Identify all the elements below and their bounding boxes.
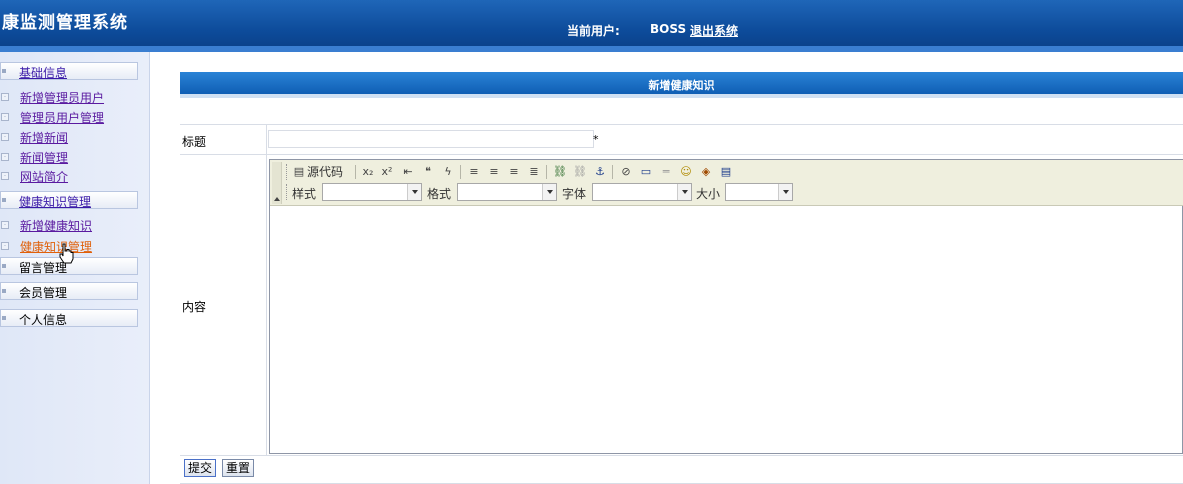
image-icon[interactable]: ⊘ bbox=[618, 164, 634, 180]
anchor-icon[interactable]: ⚓ bbox=[592, 164, 608, 180]
table-icon[interactable]: ▭ bbox=[638, 164, 654, 180]
justify-icon[interactable]: ≣ bbox=[526, 164, 542, 180]
page-break-icon[interactable]: ▤ bbox=[718, 164, 734, 180]
font-select[interactable] bbox=[592, 183, 692, 201]
doc-icon: · bbox=[1, 153, 9, 161]
source-button[interactable]: 源代码 bbox=[307, 164, 343, 180]
sidebar-item-label[interactable]: 健康知识管理 bbox=[20, 238, 92, 255]
sidebar-group-personal-info[interactable]: 个人信息 bbox=[0, 309, 138, 327]
sidebar-group-label[interactable]: 会员管理 bbox=[19, 284, 67, 301]
editor-toolbar: ▤ 源代码 x₂ x² ⇤ ❝ ϟ ≡ ≡ ≡ ≣ ⛓ ⛓ ⚓ ⊘ ▭ ═ ☺ … bbox=[270, 160, 1183, 206]
submit-button[interactable]: 提交 bbox=[184, 459, 217, 477]
page-title: 新增健康知识 bbox=[648, 79, 715, 92]
sidebar-item-label[interactable]: 新闻管理 bbox=[20, 149, 68, 166]
banner-shadow bbox=[180, 94, 1183, 98]
title-input[interactable] bbox=[268, 130, 594, 148]
unlink-icon[interactable]: ⛓ bbox=[572, 164, 588, 180]
required-mark: * bbox=[593, 133, 599, 146]
font-label: 字体 bbox=[562, 187, 587, 201]
blockquote-icon[interactable]: ❝ bbox=[420, 164, 436, 180]
bullet-icon bbox=[2, 69, 6, 73]
sidebar-group-members[interactable]: 会员管理 bbox=[0, 282, 138, 300]
sidebar-group-label[interactable]: 个人信息 bbox=[19, 311, 67, 328]
current-user-label: 当前用户: bbox=[567, 24, 620, 38]
sidebar-item-label[interactable]: 新增健康知识 bbox=[20, 217, 92, 234]
sidebar-item-label[interactable]: 管理员用户管理 bbox=[20, 109, 104, 126]
sidebar-item-label[interactable]: 新增管理员用户 bbox=[20, 89, 104, 106]
content-label: 内容 bbox=[182, 300, 207, 314]
bullet-icon bbox=[2, 264, 6, 268]
bullet-icon bbox=[2, 316, 6, 320]
toolbar-separator bbox=[355, 165, 356, 179]
chevron-down-icon[interactable] bbox=[677, 184, 691, 200]
collapse-toolbar-button[interactable] bbox=[272, 162, 282, 204]
sidebar-group-label[interactable]: 健康知识管理 bbox=[19, 193, 91, 210]
source-icon: ▤ bbox=[293, 165, 305, 178]
align-left-icon[interactable]: ≡ bbox=[466, 164, 482, 180]
toolbar-separator bbox=[460, 165, 461, 179]
current-user-name: BOSS bbox=[650, 22, 687, 36]
sidebar-item-label[interactable]: 新增新闻 bbox=[20, 129, 68, 146]
table-border bbox=[180, 455, 1183, 456]
toolbar-grip bbox=[286, 164, 288, 180]
special-char-icon[interactable]: ◈ bbox=[698, 164, 714, 180]
sidebar-group-label[interactable]: 基础信息 bbox=[19, 64, 67, 81]
rich-text-editor: ▤ 源代码 x₂ x² ⇤ ❝ ϟ ≡ ≡ ≡ ≣ ⛓ ⛓ ⚓ ⊘ ▭ ═ ☺ … bbox=[269, 159, 1183, 454]
reset-button[interactable]: 重置 bbox=[222, 459, 255, 477]
doc-icon: · bbox=[1, 242, 9, 250]
sidebar-group-health-knowledge[interactable]: 健康知识管理 bbox=[0, 191, 138, 209]
table-border bbox=[180, 154, 1183, 155]
align-center-icon[interactable]: ≡ bbox=[486, 164, 502, 180]
doc-icon: · bbox=[1, 113, 9, 121]
toolbar-separator bbox=[546, 165, 547, 179]
link-icon[interactable]: ⛓ bbox=[552, 164, 568, 180]
format-select[interactable] bbox=[457, 183, 557, 201]
table-border bbox=[180, 124, 1183, 125]
subscript-icon[interactable]: x₂ bbox=[360, 164, 376, 180]
doc-icon: · bbox=[1, 172, 9, 180]
sidebar: 基础信息 · 新增管理员用户 · 管理员用户管理 · 新增新闻 · 新闻管理 ·… bbox=[0, 52, 150, 484]
doc-icon: · bbox=[1, 133, 9, 141]
knowledge-form: 标题 * 内容 ▤ 源代码 x₂ x² ⇤ ❝ ϟ ≡ ≡ ≡ ≣ ⛓ ⛓ ⚓ bbox=[180, 124, 1183, 484]
title-label: 标题 bbox=[182, 135, 207, 149]
doc-icon: · bbox=[1, 93, 9, 101]
toolbar-grip bbox=[286, 184, 288, 200]
smiley-icon[interactable]: ☺ bbox=[678, 164, 694, 180]
sidebar-group-basic-info[interactable]: 基础信息 bbox=[0, 62, 138, 80]
logout-link[interactable]: 退出系统 bbox=[690, 22, 738, 39]
bullet-icon bbox=[2, 198, 6, 202]
toolbar-separator bbox=[612, 165, 613, 179]
style-select[interactable] bbox=[322, 183, 422, 201]
header-stripe bbox=[0, 46, 1183, 52]
superscript-icon[interactable]: x² bbox=[379, 164, 395, 180]
outdent-icon[interactable]: ⇤ bbox=[400, 164, 416, 180]
pointer-cursor-icon bbox=[59, 243, 74, 264]
flash-icon[interactable]: ϟ bbox=[440, 164, 456, 180]
style-label: 样式 bbox=[292, 187, 317, 201]
table-divider bbox=[266, 124, 267, 455]
top-header: 康监测管理系统 当前用户: BOSS 退出系统 bbox=[0, 0, 1183, 52]
align-right-icon[interactable]: ≡ bbox=[506, 164, 522, 180]
chevron-down-icon[interactable] bbox=[778, 184, 792, 200]
horizontal-rule-icon[interactable]: ═ bbox=[658, 164, 674, 180]
page-banner: 新增健康知识 bbox=[180, 72, 1183, 94]
size-select[interactable] bbox=[725, 183, 793, 201]
bullet-icon bbox=[2, 289, 6, 293]
sidebar-item-label[interactable]: 网站简介 bbox=[20, 168, 68, 185]
app-title: 康监测管理系统 bbox=[2, 13, 128, 33]
editor-content-area[interactable] bbox=[270, 207, 1182, 453]
format-label: 格式 bbox=[427, 187, 452, 201]
chevron-down-icon[interactable] bbox=[542, 184, 556, 200]
chevron-down-icon[interactable] bbox=[407, 184, 421, 200]
collapse-toolbar-icon bbox=[274, 197, 280, 201]
size-label: 大小 bbox=[696, 187, 721, 201]
doc-icon: · bbox=[1, 221, 9, 229]
